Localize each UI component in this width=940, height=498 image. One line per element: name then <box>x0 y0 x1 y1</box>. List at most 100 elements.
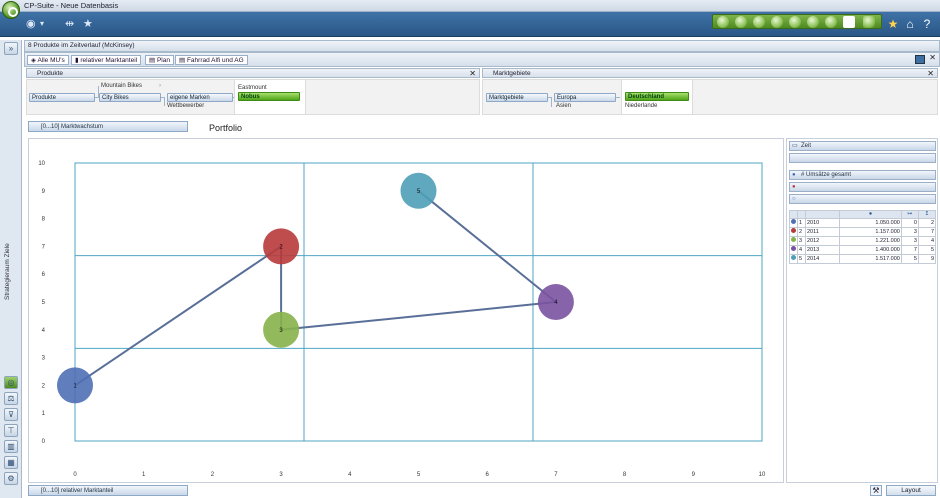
settings-icon[interactable]: ⚙ <box>4 472 18 485</box>
tab-close-icon[interactable]: ✕ <box>929 53 936 62</box>
portfolio-chart: 0 1 2 3 4 5 6 7 8 9 10 0 1 2 3 4 5 6 7 8 9 10 1 2 3 4 5 <box>28 138 784 483</box>
y-tick-label: 5 <box>42 300 46 306</box>
node-mountain-bikes[interactable]: Mountain Bikes <box>101 82 142 90</box>
split-icon[interactable]: ⇹ <box>65 17 74 31</box>
node-eigene-marken[interactable]: eigene Marken <box>167 93 233 102</box>
bar-chart-icon[interactable] <box>863 16 875 28</box>
size-column-icon[interactable]: ● <box>839 210 902 219</box>
node-deutschland[interactable]: Deutschland <box>625 92 689 101</box>
home-icon[interactable]: ⌂ <box>903 17 917 31</box>
bug-icon[interactable] <box>717 16 729 28</box>
main-area: 8 Produkte im Zeitverlauf (McKinsey) ◈ A… <box>24 40 940 498</box>
leaf-2-icon[interactable] <box>771 16 783 28</box>
node-city-bikes[interactable]: City Bikes <box>99 93 161 102</box>
module-title: 8 Produkte im Zeitverlauf (McKinsey) <box>28 42 135 49</box>
node-nobus[interactable]: Nobus <box>238 92 300 101</box>
table-row[interactable]: 4 2013 1.400.000 7 5 <box>789 245 937 255</box>
y-tick-label: 4 <box>42 328 46 334</box>
x-tick-label: 10 <box>759 472 766 478</box>
color-field[interactable]: ● <box>789 182 936 192</box>
favorite-star-icon[interactable]: ★ <box>83 17 93 31</box>
size-icon: ● <box>792 172 796 178</box>
tab-fahrrad[interactable]: ▤ Fahrrad Alfi und AG <box>175 55 248 65</box>
tab-relativer-marktanteil[interactable]: ▮ relativer Marktanteil <box>71 55 142 65</box>
window-icon[interactable] <box>843 16 855 28</box>
data-table: ● ↦ ↥ 1 2010 1.050.000 0 2 2 2011 1.157.000 3 7 3 2… <box>789 210 937 264</box>
star-icon[interactable]: ★ <box>886 17 900 31</box>
table-row[interactable]: 3 2012 1.221.000 3 4 <box>789 236 937 246</box>
target-icon[interactable]: ◎ <box>4 376 18 389</box>
filter-icon[interactable]: ⊽ <box>4 408 18 421</box>
x-tick-label: 5 <box>417 472 421 478</box>
tab-plan[interactable]: ▤ Plan <box>145 55 174 65</box>
settings-wrench-icon[interactable]: ⚒ <box>870 485 882 496</box>
series-dot-icon <box>791 255 796 260</box>
umsaetze-field[interactable]: ● # Umsätze gesamt <box>789 170 936 180</box>
y-tick-label: 9 <box>42 189 46 195</box>
node-produkte[interactable]: Produkte <box>29 93 95 102</box>
node-marktgebiete[interactable]: Marktgebiete <box>486 93 548 102</box>
node-asien[interactable]: Asien <box>556 102 571 110</box>
refresh-icon[interactable] <box>807 16 819 28</box>
tab-strip: ◈ Alle MU's ▮ relativer Marktanteil ▤ Pl… <box>24 52 940 67</box>
expand-chevron-icon[interactable]: › <box>159 82 161 90</box>
node-europa[interactable]: Europa <box>554 93 616 102</box>
table-row[interactable]: 2 2011 1.157.000 3 7 <box>789 227 937 237</box>
empty-field-1[interactable] <box>789 153 936 163</box>
refresh-2-icon[interactable] <box>825 16 837 28</box>
x-tick-label: 4 <box>348 472 352 478</box>
bottom-bar: [0...10] relativer Marktanteil ⚒ Layout <box>24 485 940 498</box>
main-toolbar: ◉ ▾ ⇹ ★ ★ ⌂ ? <box>0 12 940 37</box>
portfolio-chart-svg: 0 1 2 3 4 5 6 7 8 9 1001234567891012345 <box>38 161 766 478</box>
marktgebiete-close-icon[interactable]: ✕ <box>927 69 934 78</box>
leaf-icon[interactable] <box>753 16 765 28</box>
table-row[interactable]: 5 2014 1.517.000 5 9 <box>789 254 937 264</box>
calendar-icon: ▭ <box>792 143 798 149</box>
layout-button[interactable]: Layout <box>886 485 936 496</box>
produkte-header: Produkte ✕ <box>26 68 480 78</box>
y-tick-label: 2 <box>42 383 46 389</box>
dropdown-arrow-icon[interactable]: ▾ <box>40 17 44 31</box>
y-tick-label: 8 <box>42 217 46 223</box>
trajectory-line <box>74 190 559 387</box>
y-tick-label: 1 <box>42 411 46 417</box>
strategy-room-label: Strategieraum Ziele <box>4 243 11 300</box>
x-tick-label: 7 <box>554 472 558 478</box>
node-eastmount[interactable]: Eastmount <box>238 84 267 92</box>
tab-alle-mus[interactable]: ◈ Alle MU's <box>27 55 69 65</box>
zeit-field[interactable]: ▭ Zeit <box>789 141 936 151</box>
y-tick-label: 10 <box>38 161 45 167</box>
marktgebiete-header: Marktgebiete ✕ <box>482 68 938 78</box>
bug-2-icon[interactable] <box>735 16 747 28</box>
color-icon: ● <box>792 184 796 190</box>
chart-icon[interactable]: ▥ <box>4 440 18 453</box>
right-panel: ▭ Zeit ● # Umsätze gesamt ● ○ ● ↦ ↥ 1 20… <box>786 138 938 483</box>
x-axis-field[interactable]: [0...10] relativer Marktanteil <box>28 485 188 496</box>
hierarchy-icon[interactable]: ⊤ <box>4 424 18 437</box>
series-dot-icon <box>791 237 796 242</box>
app-logo-icon[interactable] <box>2 1 20 19</box>
x-tick-label: 8 <box>623 472 627 478</box>
x-column-icon[interactable]: ↦ <box>900 210 919 219</box>
node-niederlande[interactable]: Niederlande <box>625 102 657 110</box>
series-dot-icon <box>791 246 796 251</box>
table-row[interactable]: 1 2010 1.050.000 0 2 <box>789 218 937 228</box>
grid-icon[interactable]: ▦ <box>4 456 18 469</box>
x-tick-label: 0 <box>73 472 77 478</box>
globe-icon[interactable]: ◉ <box>26 17 36 31</box>
x-tick-label: 6 <box>486 472 490 478</box>
module-header: 8 Produkte im Zeitverlauf (McKinsey) <box>24 40 940 52</box>
produkte-close-icon[interactable]: ✕ <box>469 69 476 78</box>
node-wettbewerber[interactable]: Wettbewerber <box>167 102 204 110</box>
y-tick-label: 6 <box>42 272 46 278</box>
scale-icon[interactable]: ⚖ <box>4 392 18 405</box>
series-dot-icon <box>791 219 796 224</box>
y-column-icon[interactable]: ↥ <box>917 210 937 219</box>
shape-field[interactable]: ○ <box>789 194 936 204</box>
y-axis-field[interactable]: [0...10] Marktwachstum <box>28 121 188 132</box>
arrow-right-icon[interactable] <box>789 16 801 28</box>
help-icon[interactable]: ? <box>920 17 934 31</box>
panel-layout-icon[interactable] <box>915 55 925 64</box>
left-rail: » Strategieraum Ziele ◎ ⚖ ⊽ ⊤ ▥ ▦ ⚙ <box>0 40 22 498</box>
expand-button[interactable]: » <box>4 42 18 55</box>
